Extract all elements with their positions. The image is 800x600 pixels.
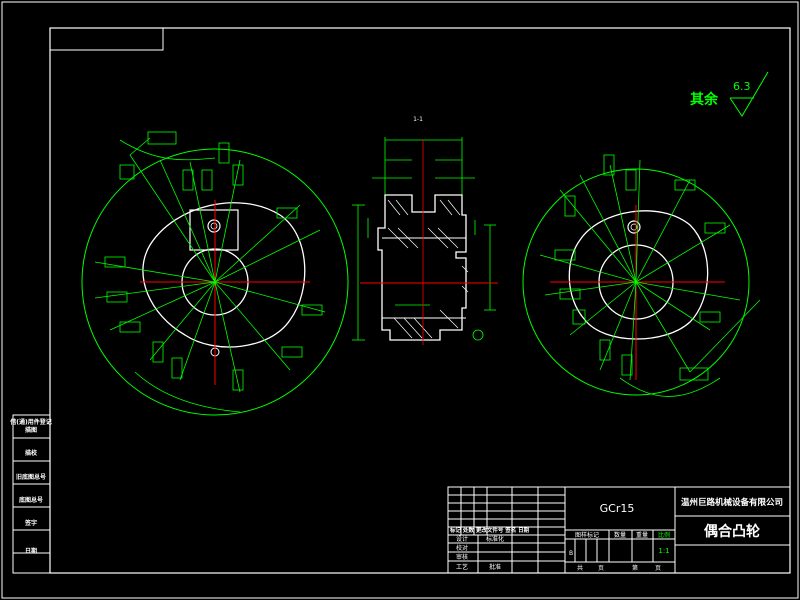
company-name: 温州巨路机械设备有限公司 xyxy=(681,497,783,508)
signoff-role-1: 校对 xyxy=(456,544,468,552)
side-label-4: 底图总号 xyxy=(19,496,43,504)
side-label-5: 签字 xyxy=(24,519,37,527)
drawing-frame xyxy=(49,27,791,574)
left-slot xyxy=(189,209,239,251)
signoff-extra-3: 批准 xyxy=(489,563,501,571)
sheet-total-label: 共 xyxy=(577,564,583,572)
side-label-1: 描图 xyxy=(25,426,37,434)
scale-label: 比例 xyxy=(658,531,670,539)
section-title: 1-1 xyxy=(413,116,423,123)
title-header-0: 图样标记 xyxy=(575,531,599,539)
cad-drawing: 借(通)用件登记 描图 描校 旧底图总号 底图总号 签字 日期 其余 6.3 1… xyxy=(1,1,799,599)
part-name: 偶合凸轮 xyxy=(704,523,760,540)
roughness-rest-label: 其余 xyxy=(690,91,719,108)
signoff-role-3: 工艺 xyxy=(456,563,468,571)
signoff-role-2: 审核 xyxy=(456,553,468,561)
sheet-page2-label: 页 xyxy=(655,565,661,572)
left-cam-profile xyxy=(142,202,306,348)
section-view: 1-1 xyxy=(352,116,498,345)
side-label-6: 日期 xyxy=(25,547,37,555)
material: GCr15 xyxy=(600,502,635,515)
side-label-3: 旧底图总号 xyxy=(16,473,46,481)
roughness-value: 6.3 xyxy=(733,80,751,93)
side-label-0: 借(通)用件登记 xyxy=(9,418,52,426)
scale-value: 1:1 xyxy=(658,547,669,555)
top-left-code-box xyxy=(49,27,164,51)
cam-view-left xyxy=(81,131,349,416)
sheet-page-label: 页 xyxy=(598,565,604,572)
title-header-2: 重量 xyxy=(636,531,648,539)
sheet-border xyxy=(1,1,799,599)
stage-mark: B xyxy=(569,550,573,557)
side-table-labels: 借(通)用件登记 描图 描校 旧底图总号 底图总号 签字 日期 xyxy=(9,418,52,555)
signoff-role-0: 设计 xyxy=(456,535,468,543)
left-pin-hole xyxy=(207,219,221,233)
revision-header: 标记 处数 更改文件号 签名 日期 xyxy=(449,526,530,534)
signoff-extra-0: 标准化 xyxy=(486,535,504,543)
sheet-no-label: 第 xyxy=(632,564,638,572)
title-header-1: 数量 xyxy=(614,531,626,539)
cam-view-right xyxy=(522,154,761,397)
side-label-2: 描校 xyxy=(25,449,38,457)
surface-roughness-note: 其余 6.3 xyxy=(690,71,769,117)
